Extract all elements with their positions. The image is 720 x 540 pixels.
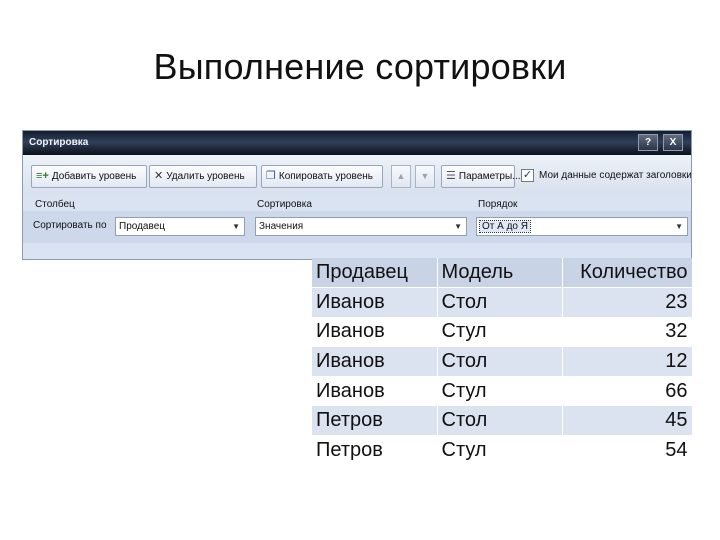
order-select[interactable]: От А до Я ▼ <box>476 217 688 236</box>
cell-seller: Иванов <box>312 346 438 377</box>
close-button[interactable]: X <box>663 134 683 151</box>
cell-quantity: 12 <box>562 346 693 377</box>
cell-model: Стол <box>437 287 563 318</box>
table-row: Петров Стол 45 <box>312 405 693 437</box>
table-header-row: Продавец Модель Количество <box>312 258 693 289</box>
cell-quantity: 23 <box>562 287 693 318</box>
dialog-titlebar: Сортировка ? X <box>23 131 691 155</box>
chevron-down-icon: ▼ <box>232 222 240 231</box>
cell-quantity: 54 <box>562 435 693 466</box>
header-quantity: Количество <box>562 258 693 289</box>
table-row: Петров Стул 54 <box>312 435 693 466</box>
cell-quantity: 45 <box>562 405 693 437</box>
cell-quantity: 32 <box>562 317 693 348</box>
move-down-button[interactable]: ▼ <box>415 165 435 188</box>
delete-level-icon: ✕ <box>154 170 164 182</box>
cell-model: Стул <box>437 376 563 407</box>
copy-level-label: Копировать уровень <box>278 171 374 182</box>
cell-seller: Петров <box>312 405 438 437</box>
header-model: Модель <box>437 258 563 289</box>
header-seller: Продавец <box>312 258 438 289</box>
cell-model: Стол <box>437 346 563 377</box>
table-row: Иванов Стул 32 <box>312 317 693 348</box>
copy-level-button[interactable]: ❐ Копировать уровень <box>261 165 383 188</box>
column-header: Столбец <box>35 199 75 210</box>
sort-dialog: Сортировка ? X ≡+ Добавить уровень ✕ Уда… <box>22 130 692 260</box>
sort-on-select[interactable]: Значения ▼ <box>255 217 467 236</box>
table-row: Иванов Стол 12 <box>312 346 693 377</box>
order-header: Порядок <box>478 199 518 210</box>
cell-seller: Иванов <box>312 317 438 348</box>
data-table: Продавец Модель Количество Иванов Стол 2… <box>312 258 693 466</box>
add-level-label: Добавить уровень <box>51 171 137 182</box>
table-row: Иванов Стул 66 <box>312 376 693 407</box>
cell-model: Стул <box>437 317 563 348</box>
sort-on-header: Сортировка <box>257 199 312 210</box>
sort-by-label: Сортировать по <box>33 220 107 231</box>
cell-seller: Иванов <box>312 376 438 407</box>
delete-level-label: Удалить уровень <box>166 171 245 182</box>
cell-seller: Иванов <box>312 287 438 318</box>
column-select[interactable]: Продавец ▼ <box>115 217 245 236</box>
delete-level-button[interactable]: ✕ Удалить уровень <box>149 165 257 188</box>
cell-model: Стол <box>437 405 563 437</box>
column-select-value: Продавец <box>119 221 165 232</box>
order-select-value: От А до Я <box>479 220 531 233</box>
sort-on-select-value: Значения <box>259 221 304 232</box>
dialog-toolbar: ≡+ Добавить уровень ✕ Удалить уровень ❐ … <box>23 155 691 193</box>
add-level-button[interactable]: ≡+ Добавить уровень <box>31 165 147 188</box>
chevron-down-icon: ▼ <box>454 222 462 231</box>
has-headers-label: Мои данные содержат заголовки <box>539 170 692 181</box>
cell-seller: Петров <box>312 435 438 466</box>
add-level-icon: ≡+ <box>36 170 49 182</box>
help-button[interactable]: ? <box>638 134 658 151</box>
dialog-title: Сортировка <box>29 137 89 148</box>
table-row: Иванов Стол 23 <box>312 287 693 318</box>
copy-level-icon: ❐ <box>266 170 276 182</box>
cell-quantity: 66 <box>562 376 693 407</box>
has-headers-checkbox[interactable]: ✓ <box>521 169 534 182</box>
parameters-label: Параметры... <box>458 171 521 182</box>
parameters-button[interactable]: ☰ Параметры... <box>441 165 521 188</box>
parameters-icon: ☰ <box>446 170 456 182</box>
slide-title: Выполнение сортировки <box>153 46 567 87</box>
move-up-button[interactable]: ▲ <box>391 165 411 188</box>
cell-model: Стул <box>437 435 563 466</box>
chevron-down-icon: ▼ <box>675 222 683 231</box>
